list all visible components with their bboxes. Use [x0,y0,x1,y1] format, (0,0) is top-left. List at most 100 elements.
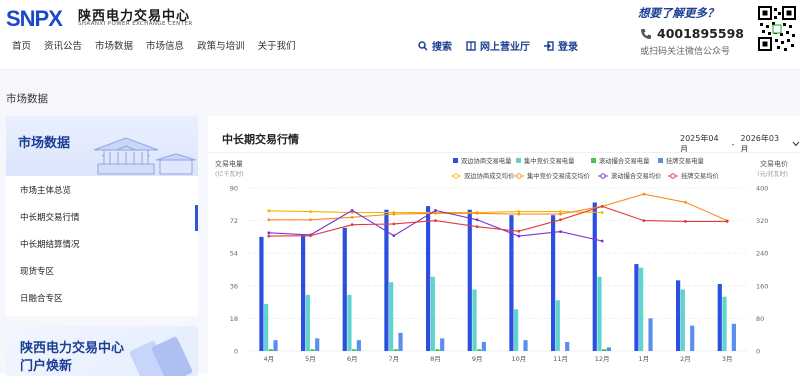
bar-3 [477,349,482,351]
right-tick-label: 400 [756,185,768,193]
bar-4 [523,340,528,351]
bar-2 [389,282,394,351]
bar-2 [722,296,727,351]
x-tick-label: 6月 [347,355,358,363]
bar-1 [551,215,556,351]
sidebar-item-mid-long-trading[interactable]: 中长期交易行情 [6,205,198,231]
main-nav: 首页 资讯公告 市场数据 市场信息 政策与培训 关于我们 [12,38,309,52]
left-tick-label: 0 [234,348,238,356]
price-point-4 [559,218,562,222]
left-tick-label: 72 [230,217,238,225]
price-point-2 [517,212,521,216]
bar-4 [565,341,570,351]
bar-4 [356,340,361,351]
left-tick-label: 18 [230,315,238,323]
price-point-2 [309,218,312,222]
price-point-4 [517,229,521,233]
bar-3 [352,349,357,351]
search-label: 搜索 [432,42,452,53]
price-point-2 [392,212,396,216]
x-tick-label: 10月 [511,355,526,363]
right-axis-title: 交易电价 [760,159,788,168]
price-point-1 [600,211,604,214]
price-point-2 [684,200,687,204]
promo-title: 陕西电力交易中心 门户焕新 [20,340,124,376]
bar-3 [435,349,440,351]
sidebar-item-market-overview[interactable]: 市场主体总览 [6,178,198,204]
x-tick-label: 5月 [305,355,316,363]
bar-2 [264,303,269,351]
price-point-1 [559,210,562,214]
x-tick-label: 9月 [472,355,483,363]
legend-line-marker [453,173,459,179]
login-label: 登录 [558,42,578,53]
bar-3 [602,349,607,351]
legend-line-marker [600,173,606,179]
promo-illustration [129,336,193,376]
sidebar-item-mid-long-settlement[interactable]: 中长期结算情况 [6,232,198,258]
login-icon [544,40,554,51]
nav-item-market-info[interactable]: 市场信息 [146,38,184,52]
price-point-2 [475,211,479,215]
bar-3 [310,349,315,351]
sidebar-item-spot-zone[interactable]: 现货专区 [6,259,198,285]
bar-4 [440,338,445,351]
hotline-question: 想要了解更多？ [638,6,719,20]
phone-icon [641,28,651,39]
bar-1 [259,236,264,351]
price-point-1 [517,210,521,214]
x-tick-label: 11月 [553,355,568,363]
promo-banner[interactable]: 陕西电力交易中心 门户焕新 [6,326,198,376]
right-tick-label: 320 [756,217,768,225]
legend-label: 滚动撮合交易均价 [611,171,662,180]
price-point-3 [600,239,604,243]
hotline-subtext: 或扫码关注微信公众号 [640,47,731,57]
x-tick-label: 2月 [680,355,691,363]
search-button[interactable]: 搜索 [418,38,452,53]
price-point-3 [434,209,437,212]
price-point-2 [267,218,271,222]
bar-2 [347,294,352,351]
legend-line-marker [670,173,676,179]
nav-item-market-data[interactable]: 市场数据 [95,38,133,52]
login-button[interactable]: 登录 [544,38,578,53]
legend-label: 挂牌交易电量 [666,156,704,165]
bar-2 [555,300,560,351]
legend-label: 双边协商交易电量 [461,156,512,165]
right-tick-label: 240 [756,250,768,258]
nav-item-about[interactable]: 关于我们 [258,38,296,52]
price-point-4 [309,234,312,238]
price-point-2 [642,192,646,196]
price-point-3 [475,218,479,222]
price-point-3 [392,234,396,238]
nav-item-news[interactable]: 资讯公告 [44,38,82,52]
x-tick-label: 1月 [639,355,650,363]
price-line-4 [268,205,728,237]
date-separator: - [731,139,735,149]
sidebar-item-daily-fusion[interactable]: 日融合专区 [6,286,198,312]
promo-line-1: 陕西电力交易中心 [20,341,125,356]
x-tick-label: 4月 [264,355,275,363]
price-point-3 [350,209,354,212]
sidebar-header: 市场数据 [6,116,198,176]
x-tick-label: 7月 [389,355,400,363]
bar-1 [426,206,431,351]
legend-swatch [453,158,458,163]
hotline-number: 4001895598 [657,26,744,41]
legend-label: 集中竞价交易电量 [524,156,575,165]
bar-1 [509,215,514,351]
bar-1 [342,227,347,351]
left-tick-label: 54 [230,250,238,258]
online-hall-button[interactable]: 网上营业厅 [466,38,530,53]
hotline: 4001895598 [640,26,744,41]
bar-2 [680,289,685,351]
bar-2 [305,294,310,351]
nav-item-policy[interactable]: 政策与培训 [197,38,245,52]
breadcrumb: 市场数据 [6,93,48,105]
nav-item-home[interactable]: 首页 [12,38,31,52]
bar-4 [731,323,736,351]
legend-label: 挂牌交易均价 [681,171,719,180]
logo[interactable]: SNPX [6,6,63,32]
promo-line-2: 门户焕新 [20,359,73,374]
bar-3 [268,349,273,351]
